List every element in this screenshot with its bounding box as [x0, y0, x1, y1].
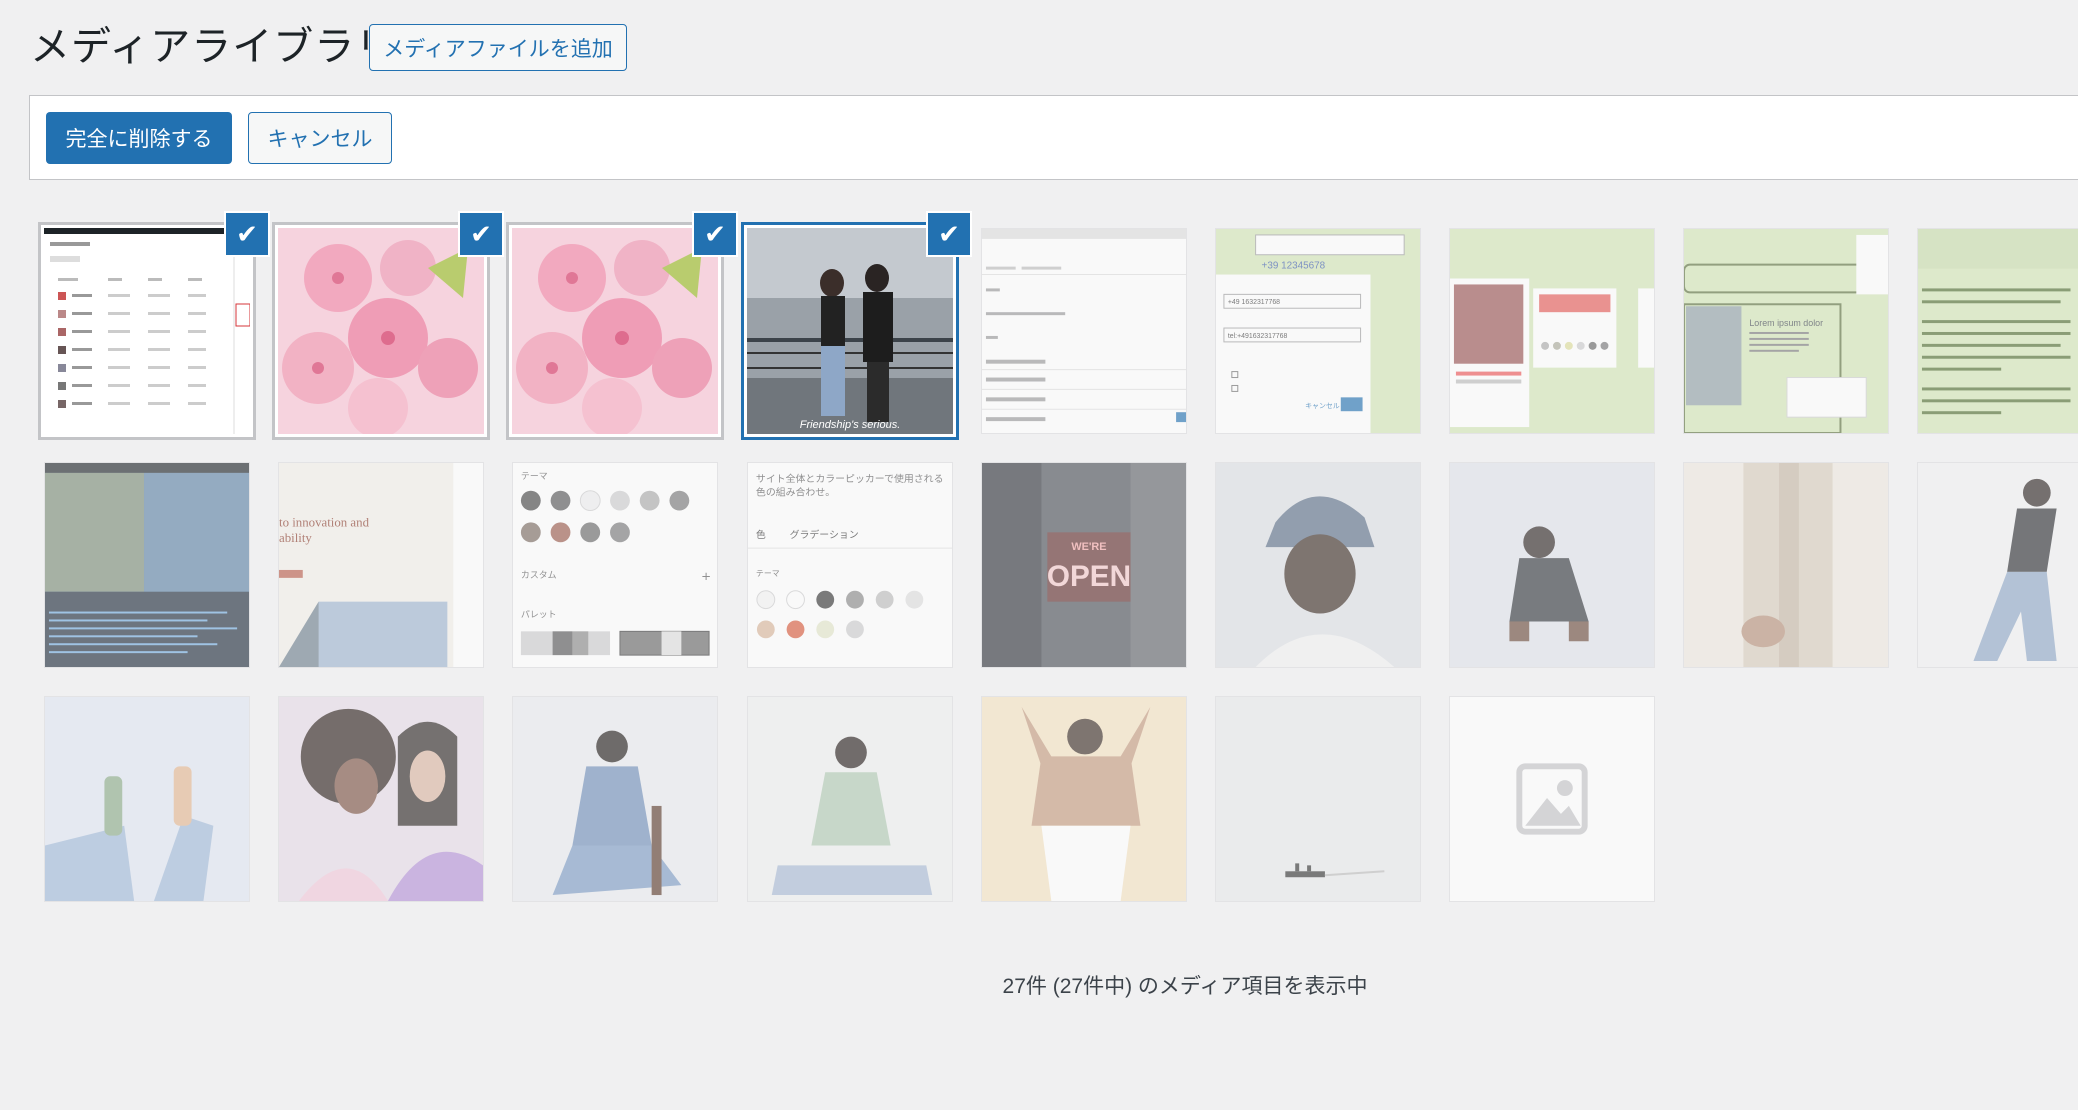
selected-check-icon[interactable]: ✔	[226, 213, 268, 255]
media-item-hat-portrait[interactable]	[1215, 462, 1421, 668]
media-count-status: 27件 (27件中) のメディア項目を表示中	[1002, 975, 1368, 998]
media-item-code-editor-screenshot[interactable]	[44, 462, 250, 668]
phone-field-2: tel:+491632317768	[1228, 333, 1288, 340]
color-tab: 色	[756, 528, 766, 541]
media-item-font-settings-screenshot[interactable]	[981, 228, 1187, 434]
media-item-crouching-woman[interactable]	[1449, 462, 1655, 668]
phone-link-text: +39 12345678	[1262, 261, 1326, 272]
media-item-cherry-blossom-1[interactable]	[278, 228, 484, 434]
palette-label: パレット	[521, 609, 557, 620]
media-item-feet-sandals-photo[interactable]	[44, 696, 250, 902]
sign-top-text: WE'RE	[1071, 541, 1106, 553]
delete-permanently-button[interactable]: 完全に削除する	[46, 112, 232, 164]
media-item-seated-woman-green[interactable]	[747, 696, 953, 902]
bulk-toolbar: 完全に削除する キャンセル	[29, 95, 2078, 180]
theme-section-label: テーマ	[756, 569, 780, 578]
cancel-text: キャンセル	[1305, 402, 1340, 410]
media-item-palette-screenshot[interactable]: テーマ カスタム + パレット	[512, 462, 718, 668]
media-item-foggy-boat-photo[interactable]	[1215, 696, 1421, 902]
media-item-cherry-blossom-2[interactable]	[512, 228, 718, 434]
media-item-table-screenshot[interactable]	[44, 228, 250, 434]
phone-field-1: +49 1632317768	[1228, 299, 1280, 306]
gradient-tab: グラデーション	[790, 528, 859, 541]
selected-check-icon[interactable]: ✔	[694, 213, 736, 255]
selected-check-icon[interactable]: ✔	[928, 213, 970, 255]
media-item-leaning-woman[interactable]	[1917, 462, 2078, 668]
media-item-content-block-screenshot[interactable]	[1917, 228, 2078, 434]
lorem-text: Lorem ipsum dolor	[1749, 318, 1823, 328]
heading-line-1: to innovation and	[279, 515, 370, 529]
photo-caption: Friendship's serious.	[800, 419, 901, 431]
theme-colors-description: サイト全体とカラーピッカーで使用される色の組み合わせ。	[755, 473, 944, 499]
media-item-theme-colors-screenshot[interactable]: サイト全体とカラーピッカーで使用される色の組み合わせ。 色 グラデーション テー…	[747, 462, 953, 668]
add-media-button[interactable]: メディアファイルを追加	[369, 24, 627, 71]
media-item-page-editor-screenshot[interactable]: to innovation and ability	[278, 462, 484, 668]
media-item-seated-woman-blue[interactable]	[512, 696, 718, 902]
media-item-heading-block-screenshot[interactable]: Lorem ipsum dolor	[1683, 228, 1889, 434]
media-item-open-sign-photo[interactable]: WE'RE OPEN	[981, 462, 1187, 668]
open-sign-text: OPEN	[1047, 560, 1131, 593]
heading-line-2: ability	[279, 531, 312, 545]
media-item-white-shirt-photo[interactable]	[1683, 462, 1889, 668]
media-item-color-picker-screenshot[interactable]	[1449, 228, 1655, 434]
cancel-button[interactable]: キャンセル	[248, 112, 392, 164]
selected-check-icon[interactable]: ✔	[460, 213, 502, 255]
media-item-link-editor-screenshot[interactable]: +39 12345678 +49 1632317768 tel:+4916323…	[1215, 228, 1421, 434]
page-title: メディアライブラリ	[30, 25, 397, 69]
media-item-placeholder[interactable]	[1449, 696, 1655, 902]
theme-label: テーマ	[521, 471, 548, 482]
media-item-sweater-back-photo[interactable]	[981, 696, 1187, 902]
custom-label: カスタム	[521, 570, 557, 581]
media-item-couple-photo[interactable]: Friendship's serious.	[747, 228, 953, 434]
media-item-two-women-photo[interactable]	[278, 696, 484, 902]
svg-text:+: +	[701, 569, 711, 583]
